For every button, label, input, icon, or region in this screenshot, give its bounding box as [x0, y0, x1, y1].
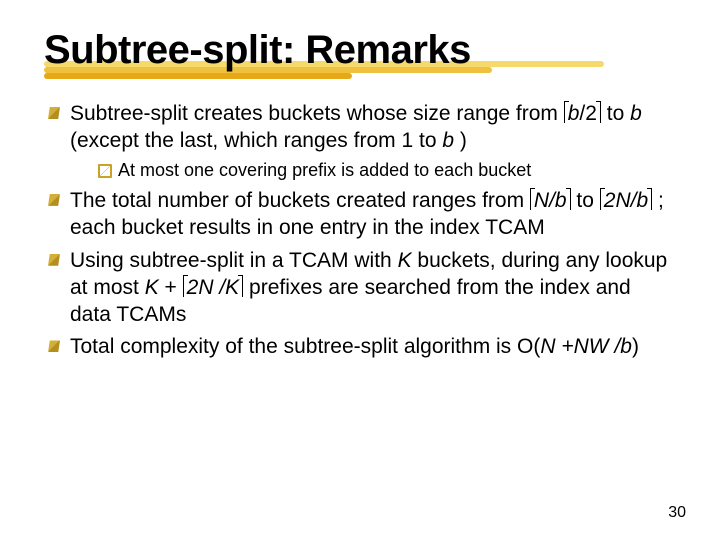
sub-bullet-list: At most one covering prefix is added to …	[70, 159, 676, 182]
text: Subtree-split creates buckets whose size…	[70, 102, 564, 125]
expr: 2N/b	[604, 189, 648, 212]
expr: N +NW /b	[540, 335, 632, 358]
text: At most one covering prefix is added to …	[118, 160, 531, 180]
slide: Subtree-split: Remarks Subtree-split cre…	[0, 0, 720, 361]
title-block: Subtree-split: Remarks	[44, 28, 676, 73]
text: to	[601, 102, 630, 125]
text: (except the last, which ranges from 1 to	[70, 129, 442, 152]
text: to	[571, 189, 600, 212]
text: )	[632, 335, 639, 358]
sub-bullet-1: At most one covering prefix is added to …	[96, 159, 676, 182]
bullet-list: Subtree-split creates buckets whose size…	[44, 101, 676, 361]
expr: 2N /K	[187, 276, 240, 299]
text: )	[454, 129, 467, 152]
var-K: K	[398, 249, 412, 272]
var-K: K	[145, 276, 159, 299]
var-b: b	[630, 102, 642, 125]
page-number: 30	[668, 504, 686, 522]
text: The total number of buckets created rang…	[70, 189, 530, 212]
text: Using subtree-split in a TCAM with	[70, 249, 398, 272]
var-b: b	[568, 102, 580, 125]
slide-title: Subtree-split: Remarks	[44, 28, 676, 73]
bullet-1: Subtree-split creates buckets whose size…	[44, 101, 676, 182]
var-b: b	[442, 129, 454, 152]
slide-content: Subtree-split creates buckets whose size…	[44, 101, 676, 361]
text: /2	[579, 102, 597, 125]
text: +	[159, 276, 183, 299]
bullet-4: Total complexity of the subtree-split al…	[44, 334, 676, 361]
text: Total complexity of the subtree-split al…	[70, 335, 540, 358]
bullet-2: The total number of buckets created rang…	[44, 188, 676, 242]
expr: N/b	[534, 189, 567, 212]
bullet-3: Using subtree-split in a TCAM with K buc…	[44, 248, 676, 329]
